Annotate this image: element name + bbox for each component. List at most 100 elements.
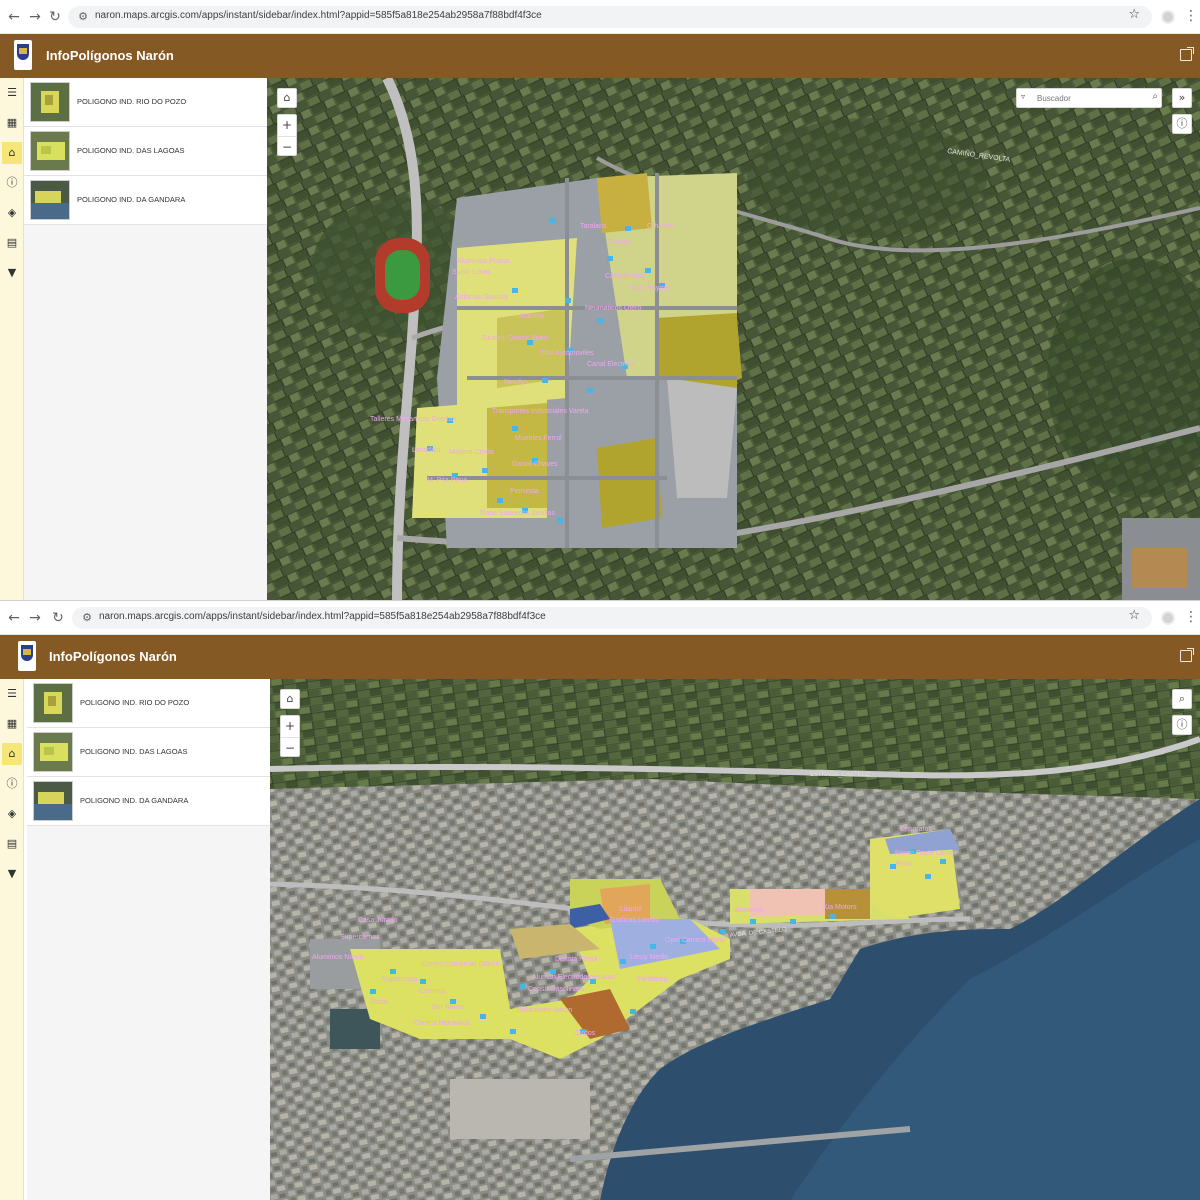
open-new-window-icon[interactable]: [1180, 47, 1194, 61]
map-label: Taralans: [580, 223, 607, 230]
search-source-dropdown-icon[interactable]: ▿: [1021, 92, 1025, 101]
reload-icon[interactable]: ↻: [47, 9, 63, 25]
zoom-in-button[interactable]: +: [281, 716, 299, 736]
filter-icon[interactable]: ▼: [2, 863, 22, 885]
bookmark-icon[interactable]: ⌂: [2, 142, 22, 164]
legend-icon[interactable]: ▤: [2, 232, 22, 254]
browser-bar: ← → ↻ ⚙ naron.maps.arcgis.com/apps/insta…: [0, 601, 1200, 635]
bookmark-title: POLIGONO IND. DAS LAGOAS: [80, 747, 188, 756]
search-input[interactable]: [1037, 91, 1137, 106]
map-label: M. Pita Pena: [427, 477, 467, 484]
legend-icon[interactable]: ▤: [2, 833, 22, 855]
map-view[interactable]: Taralans Ofhaces Tivanor Aluminios Puasa…: [267, 78, 1200, 600]
map-label: Aluman Electrodomesticos: [532, 974, 615, 981]
map-label: Central Hidraulica: [414, 1020, 470, 1027]
site-settings-icon[interactable]: ⚙: [76, 9, 90, 23]
info-icon[interactable]: ⓘ: [2, 773, 22, 795]
layers-icon[interactable]: ◈: [2, 803, 22, 825]
search-icon[interactable]: ⌕: [1172, 689, 1192, 709]
map-canvas[interactable]: Crisgrafos Naron Trade Center Rolla Biot…: [270, 679, 1200, 1200]
screenshot-top: ← → ↻ ⚙ naron.maps.arcgis.com/apps/insta…: [0, 0, 1200, 600]
bookmark-title: POLIGONO IND. RIO DO POZO: [80, 698, 190, 707]
map-canvas[interactable]: Taralans Ofhaces Tivanor Aluminios Puasa…: [267, 78, 1200, 600]
map-label: Tivanor: [607, 239, 631, 246]
zoom-out-button[interactable]: −: [278, 136, 296, 156]
zoom-in-button[interactable]: +: [278, 115, 296, 135]
bookmark-title: POLIGONO IND. DA GANDARA: [77, 195, 186, 204]
profile-avatar[interactable]: [1161, 10, 1175, 24]
url-text: naron.maps.arcgis.com/apps/instant/sideb…: [99, 611, 546, 622]
home-icon[interactable]: ⌂: [280, 689, 300, 709]
info-icon[interactable]: ⓘ: [1172, 715, 1192, 735]
search-icon[interactable]: ⌕: [1152, 91, 1158, 102]
map-label: Transportes Industriales Varela: [492, 408, 589, 415]
map-label: Leroy Merlin: [630, 954, 669, 961]
map-label: Rolla: [896, 861, 912, 868]
naron-logo: [14, 40, 32, 70]
app-header: InfoPolígonos Narón: [0, 635, 1200, 679]
bookmark-title: POLIGONO IND. DA GANDARA: [80, 796, 189, 805]
list-icon[interactable]: ☰: [2, 683, 22, 705]
qr-grid-icon[interactable]: ▦: [2, 112, 22, 134]
map-label: Lavadalu: [412, 447, 441, 454]
bookmark-card[interactable]: POLIGONO IND. DAS LAGOAS: [24, 127, 267, 176]
back-icon[interactable]: ←: [6, 610, 22, 626]
bookmark-card[interactable]: POLIGONO IND. DAS LAGOAS: [27, 728, 270, 777]
bookmarks-panel: POLIGONO IND. RIO DO POZO POLIGONO IND. …: [24, 78, 267, 600]
map-label: Surso Lovac: [452, 269, 491, 276]
filter-icon[interactable]: ▼: [2, 262, 22, 284]
map-view[interactable]: Crisgrafos Naron Trade Center Rolla Biot…: [270, 679, 1200, 1200]
map-label: Rodal: [370, 999, 389, 1006]
home-icon[interactable]: ⌂: [277, 88, 297, 108]
map-label: Lilaidol: [620, 906, 642, 913]
map-label: Gasoil Chaves: [512, 461, 558, 468]
map-label: Trabe Saavedra Jarallas: [479, 510, 556, 517]
map-label: Madera Cerda: [449, 449, 494, 456]
app-title: InfoPolígonos Narón: [49, 649, 177, 664]
bookmark-card[interactable]: POLIGONO IND. DA GANDARA: [24, 176, 267, 225]
map-label: Alucesa: [519, 313, 544, 320]
open-new-window-icon[interactable]: [1180, 648, 1194, 662]
map-label: Kia Motors: [823, 904, 857, 911]
info-icon[interactable]: ⓘ: [2, 172, 22, 194]
map-label: Soluciones Naron: [517, 1007, 572, 1014]
qr-grid-icon[interactable]: ▦: [2, 713, 22, 735]
map-label: Ferreteria: [637, 976, 667, 983]
forward-icon[interactable]: →: [27, 610, 43, 626]
screenshot-bottom: ← → ↻ ⚙ naron.maps.arcgis.com/apps/insta…: [0, 600, 1200, 1200]
collapse-search-icon[interactable]: »: [1172, 88, 1192, 108]
map-label: Canal Electrica: [587, 361, 634, 368]
reload-icon[interactable]: ↻: [50, 610, 66, 626]
info-icon[interactable]: ⓘ: [1172, 114, 1192, 134]
forward-icon[interactable]: →: [27, 9, 43, 25]
bookmark-card[interactable]: POLIGONO IND. RIO DO POZO: [27, 679, 270, 728]
address-bar[interactable]: ⚙ naron.maps.arcgis.com/apps/instant/sid…: [68, 6, 1152, 28]
map-label: Crisgrafos: [900, 826, 932, 833]
map-label: Neodyn: [504, 379, 528, 386]
address-bar[interactable]: ⚙ naron.maps.arcgis.com/apps/instant/sid…: [72, 607, 1152, 629]
map-label: Aluminios Naron: [312, 954, 363, 961]
url-text: naron.maps.arcgis.com/apps/instant/sideb…: [95, 10, 542, 21]
bookmark-icon[interactable]: ⌂: [2, 743, 22, 765]
tool-rail: ☰ ▦ ⌂ ⓘ ◈ ▤ ▼: [0, 78, 24, 600]
map-label: Casa Jurado: [358, 917, 398, 924]
map-label: Dakota Ferrol: [555, 956, 598, 963]
back-icon[interactable]: ←: [6, 9, 22, 25]
bookmark-star-icon[interactable]: ☆: [1128, 7, 1140, 22]
menu-icon[interactable]: ⋮: [1184, 609, 1198, 625]
zoom-control: + −: [280, 715, 300, 757]
bookmark-thumbnail: [33, 732, 73, 772]
bookmark-star-icon[interactable]: ☆: [1128, 608, 1140, 623]
bookmark-card[interactable]: POLIGONO IND. DA GANDARA: [27, 777, 270, 826]
browser-bar: ← → ↻ ⚙ naron.maps.arcgis.com/apps/insta…: [0, 0, 1200, 34]
menu-icon[interactable]: ⋮: [1184, 8, 1198, 24]
list-icon[interactable]: ☰: [2, 82, 22, 104]
site-settings-icon[interactable]: ⚙: [80, 610, 94, 624]
bookmark-card[interactable]: POLIGONO IND. RIO DO POZO: [24, 78, 267, 127]
bookmark-thumbnail: [33, 781, 73, 821]
zoom-out-button[interactable]: −: [281, 737, 299, 757]
map-label: Perrunda: [510, 488, 539, 495]
tool-rail: ☰ ▦ ⌂ ⓘ ◈ ▤ ▼: [0, 679, 24, 1200]
profile-avatar[interactable]: [1161, 611, 1175, 625]
layers-icon[interactable]: ◈: [2, 202, 22, 224]
